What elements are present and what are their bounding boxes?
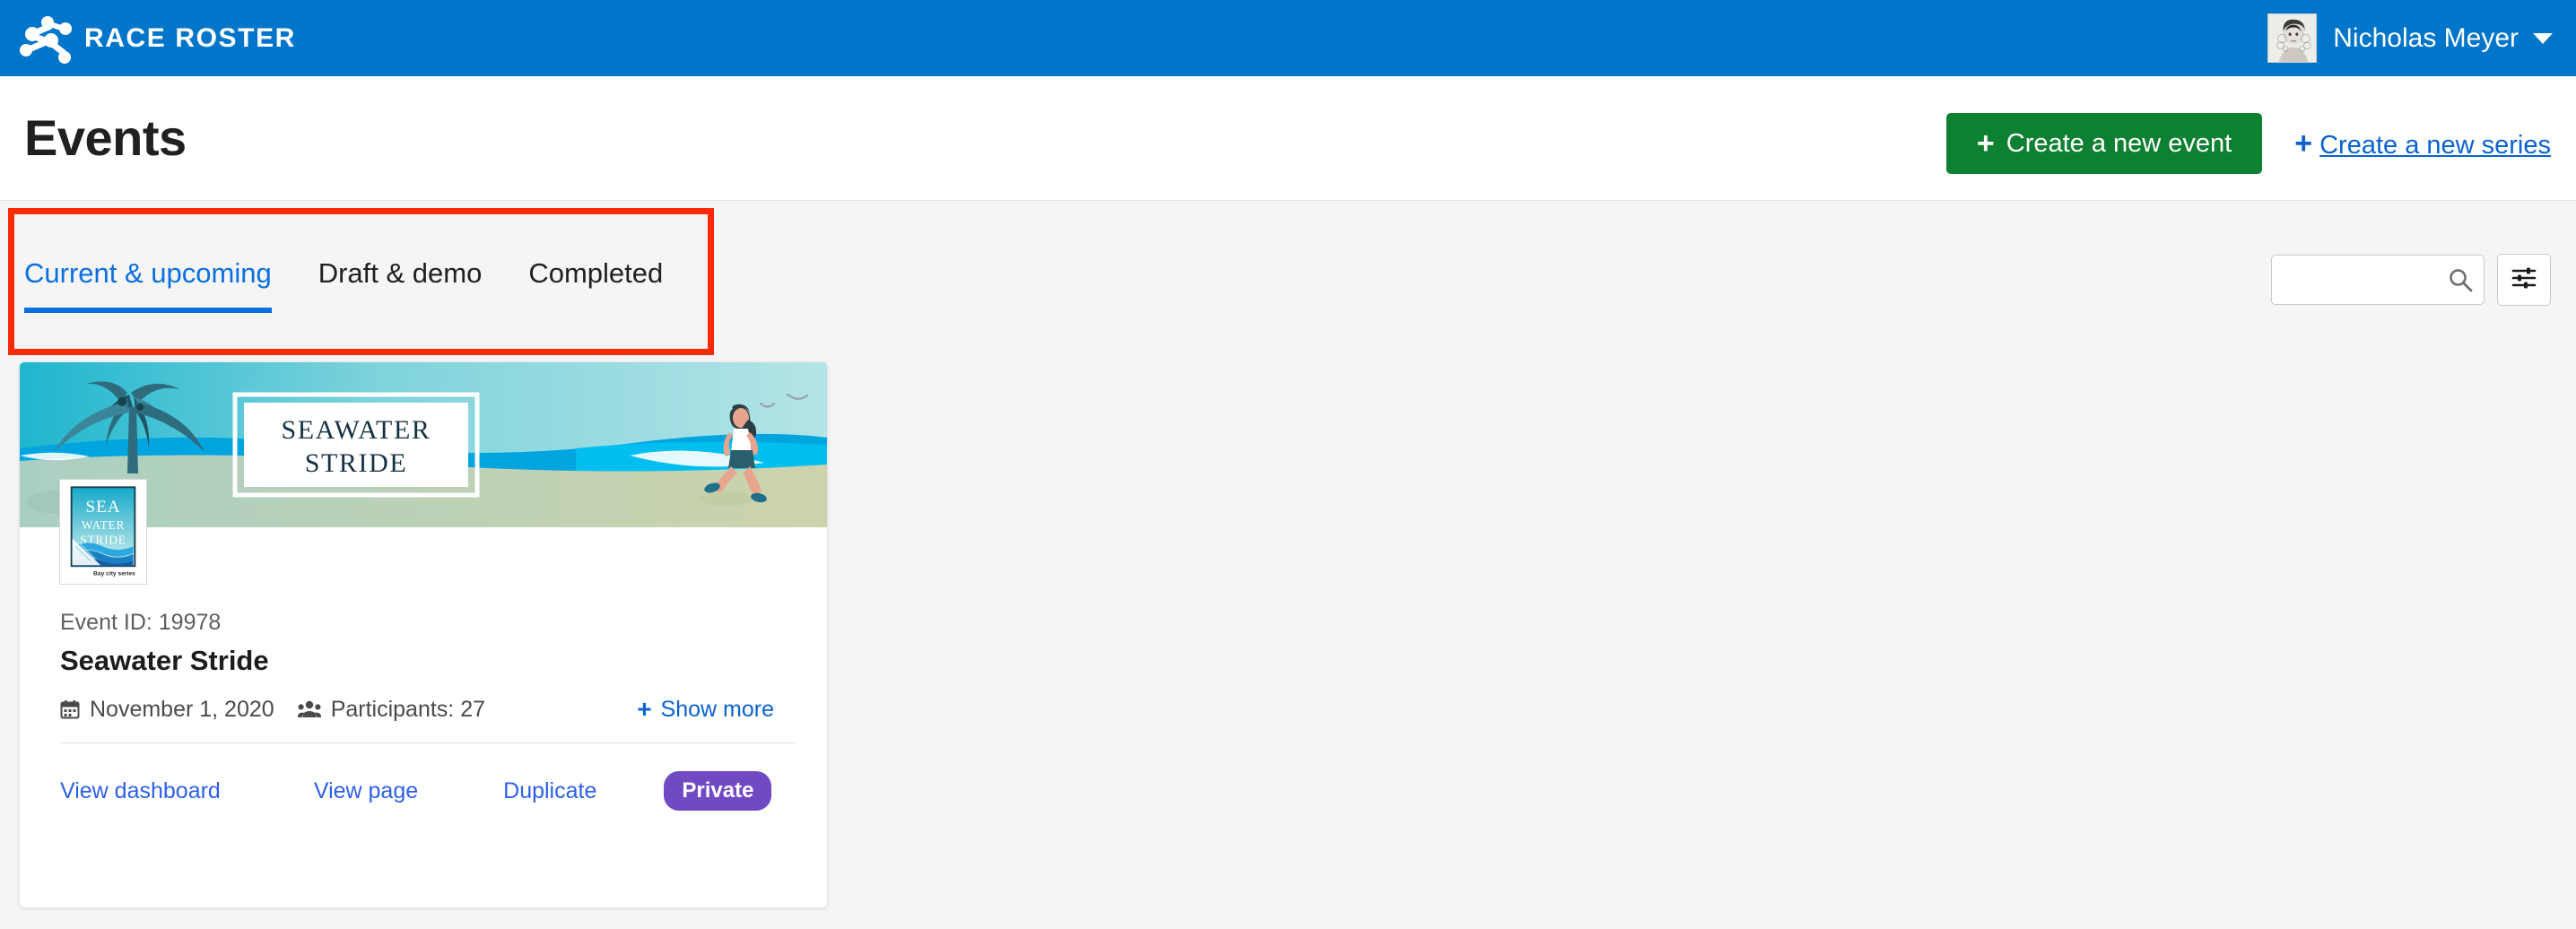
svg-text:WATER: WATER (82, 518, 125, 532)
create-new-event-label: Create a new event (2006, 128, 2232, 158)
race-roster-network-logo-icon (18, 13, 74, 64)
card-divider (60, 742, 796, 743)
avatar (2267, 13, 2318, 63)
page-header: Events + Create a new event + Create a n… (0, 76, 2576, 201)
tab-current-upcoming[interactable]: Current & upcoming (24, 257, 272, 313)
create-new-series-label: Create a new series (2319, 130, 2551, 160)
search-input[interactable] (2271, 255, 2485, 305)
svg-text:SEA: SEA (86, 498, 121, 517)
svg-text:SEAWATER: SEAWATER (281, 415, 431, 445)
people-group-icon (297, 700, 321, 718)
calendar-icon (60, 699, 80, 719)
svg-text:Bay city series: Bay city series (93, 571, 135, 577)
event-card-footer: View dashboard View page Duplicate Priva… (60, 771, 796, 811)
sliders-filter-icon (2511, 266, 2537, 294)
filter-button[interactable] (2497, 254, 2551, 306)
tab-draft-demo[interactable]: Draft & demo (318, 257, 483, 313)
brand-logo-link[interactable]: RACE ROSTER (18, 0, 296, 76)
create-new-event-button[interactable]: + Create a new event (1945, 113, 2263, 174)
event-participants: Participants: 27 (297, 696, 486, 723)
plus-icon: + (637, 695, 652, 723)
header-actions: + Create a new event + Create a new seri… (1945, 113, 2551, 174)
svg-text:STRIDE: STRIDE (305, 448, 408, 478)
create-new-series-link[interactable]: + Create a new series (2294, 126, 2551, 161)
brand-name: RACE ROSTER (84, 22, 296, 53)
event-meta-row: November 1, 2020 Participants: 27 + Show… (60, 695, 796, 724)
view-dashboard-link[interactable]: View dashboard (60, 778, 221, 804)
event-participants-label: Participants: 27 (330, 696, 486, 722)
event-date: November 1, 2020 (60, 697, 274, 723)
tab-completed[interactable]: Completed (528, 257, 663, 313)
event-card[interactable]: SEAWATER STRIDE SEA WATER STRIDE Bay cit… (20, 362, 827, 907)
search-wrapper (2271, 255, 2485, 305)
plus-icon: + (2294, 126, 2313, 161)
tabs-region: Current & upcoming Draft & demo Complete… (0, 201, 2576, 358)
duplicate-link[interactable]: Duplicate (503, 778, 596, 804)
plus-icon: + (1976, 126, 1995, 161)
event-filter-tabs: Current & upcoming Draft & demo Complete… (24, 257, 709, 313)
event-name: Seawater Stride (60, 645, 269, 676)
top-navigation-bar: RACE ROSTER Nicholas Meyer (0, 0, 2576, 76)
user-name: Nicholas Meyer (2333, 22, 2519, 53)
show-more-label: Show more (660, 696, 774, 722)
event-id: Event ID: 19978 (60, 610, 222, 635)
show-more-link[interactable]: + Show more (637, 695, 774, 724)
event-logo-thumbnail: SEA WATER STRIDE Bay city series (59, 479, 147, 585)
view-page-link[interactable]: View page (314, 778, 418, 804)
user-menu[interactable]: Nicholas Meyer (2267, 13, 2553, 63)
event-date-label: November 1, 2020 (90, 696, 274, 722)
chevron-down-icon[interactable] (2533, 32, 2553, 44)
page-title: Events (24, 109, 187, 166)
search-area (2271, 254, 2551, 306)
status-badge: Private (664, 771, 772, 811)
